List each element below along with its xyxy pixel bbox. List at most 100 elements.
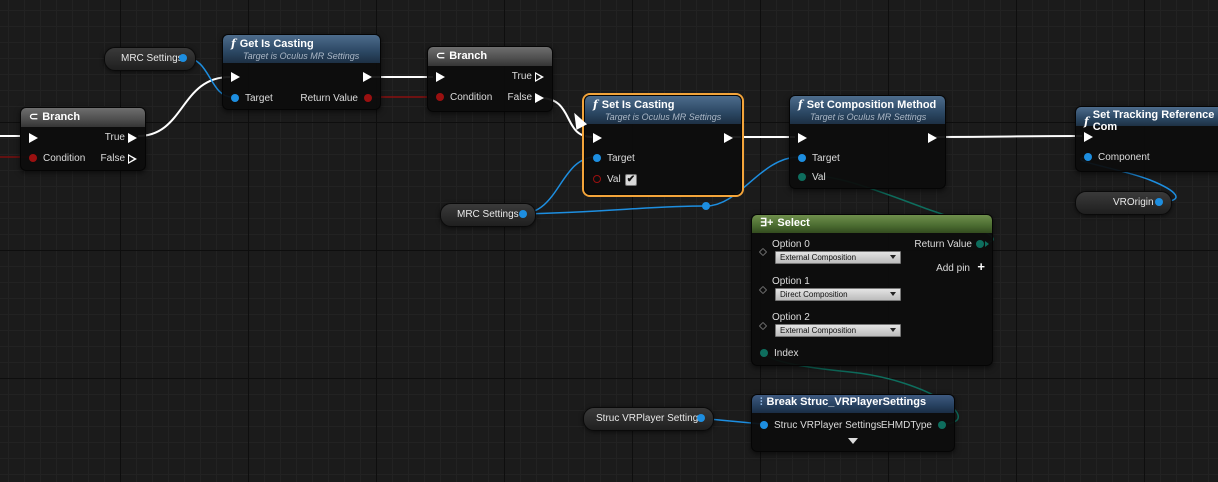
chevron-down-icon xyxy=(890,292,896,296)
val-checkbox[interactable]: ✔ xyxy=(625,174,637,186)
branch-title: Branch xyxy=(449,49,488,62)
target-pin[interactable] xyxy=(231,94,239,102)
branch-icon: ⊂ xyxy=(29,111,39,123)
exec-in-pin[interactable] xyxy=(1084,132,1093,142)
val-enum-pin[interactable] xyxy=(798,173,806,181)
function-header: f Set Is Casting Target is Oculus MR Sett… xyxy=(585,96,741,124)
mrc-settings-getter-2[interactable]: MRC Settings xyxy=(440,203,536,227)
set-composition-method-node[interactable]: f Set Composition Method Target is Oculus… xyxy=(789,95,946,189)
index-pin[interactable] xyxy=(760,349,768,357)
exec-in-pin[interactable] xyxy=(798,133,807,143)
node-title: Set Is Casting xyxy=(601,98,675,111)
return-value-arrow-icon xyxy=(985,241,989,247)
function-header: f Get Is Casting Target is Oculus MR Sett… xyxy=(223,35,380,63)
branch-node-header: ⊂ Branch xyxy=(21,108,145,127)
getter-output-pin[interactable] xyxy=(179,54,187,62)
getter-label: VROrigin xyxy=(1113,197,1154,208)
select-node[interactable]: ∃+ Select Return Value Add pin + Option 0… xyxy=(751,214,993,366)
getter-output-pin[interactable] xyxy=(697,414,705,422)
condition-pin-label: Condition xyxy=(43,153,86,164)
node-title: Set Composition Method xyxy=(806,98,937,111)
option-1-label: Option 1 xyxy=(772,276,810,287)
getter-output-pin[interactable] xyxy=(519,210,527,218)
option-2-value: External Composition xyxy=(780,326,857,335)
return-value-pin[interactable] xyxy=(976,240,984,248)
false-exec-pin[interactable] xyxy=(535,93,544,103)
struct-input-label: Struc VRPlayer Settings xyxy=(774,420,882,431)
break-struct-node[interactable]: ⫶ Break Struc_VRPlayerSettings Struc VRPl… xyxy=(751,394,955,452)
branch-node-header: ⊂ Branch xyxy=(428,47,552,66)
option-0-dropdown[interactable]: External Composition xyxy=(775,251,901,264)
node-subtitle: Target is Oculus MR Settings xyxy=(810,112,927,122)
target-pin[interactable] xyxy=(593,154,601,162)
getter-label: Struc VRPlayer Settings xyxy=(596,413,704,424)
function-header: f Set Composition Method Target is Oculus… xyxy=(790,96,945,124)
getter-label: MRC Settings xyxy=(457,209,519,220)
condition-pin[interactable] xyxy=(436,93,444,101)
break-struct-header: ⫶ Break Struc_VRPlayerSettings xyxy=(752,395,954,413)
val-pin-label: Val xyxy=(607,174,621,185)
true-exec-pin[interactable] xyxy=(535,72,544,82)
exec-in-pin[interactable] xyxy=(593,133,602,143)
expand-arrow-icon[interactable] xyxy=(848,438,858,444)
set-tracking-reference-component-node[interactable]: f Set Tracking Reference Com Component xyxy=(1075,106,1218,172)
return-value-label: Return Value xyxy=(300,93,358,104)
branch-node-2[interactable]: ⊂ Branch True Condition False xyxy=(427,46,553,112)
function-icon: f xyxy=(593,98,598,111)
node-title: Set Tracking Reference Com xyxy=(1092,109,1215,133)
add-pin-icon[interactable]: + xyxy=(977,259,985,274)
option-0-value: External Composition xyxy=(780,253,857,262)
target-pin-label: Target xyxy=(607,153,635,164)
ehmdtype-label: EHMDType xyxy=(880,420,932,431)
function-icon: f xyxy=(1084,114,1089,128)
val-pin[interactable] xyxy=(593,175,601,183)
option-1-pin[interactable] xyxy=(758,285,768,295)
false-pin-label: False xyxy=(100,153,125,164)
exec-out-pin[interactable] xyxy=(928,133,937,143)
option-1-dropdown[interactable]: Direct Composition xyxy=(775,288,901,301)
target-pin[interactable] xyxy=(798,154,806,162)
target-pin-label: Target xyxy=(812,153,840,164)
true-exec-pin[interactable] xyxy=(128,133,137,143)
select-icon: ∃+ xyxy=(760,217,774,229)
option-0-pin[interactable] xyxy=(758,247,768,257)
true-pin-label: True xyxy=(104,132,125,143)
component-pin[interactable] xyxy=(1084,153,1092,161)
exec-in-pin[interactable] xyxy=(436,72,445,82)
option-2-dropdown[interactable]: External Composition xyxy=(775,324,901,337)
getter-label: MRC Settings xyxy=(121,53,183,64)
vrorigin-getter[interactable]: VROrigin xyxy=(1075,191,1172,215)
val-pin-label: Val xyxy=(812,172,826,183)
branch-title: Branch xyxy=(42,110,81,123)
break-struct-icon: ⫶ xyxy=(760,396,763,408)
exec-out-pin[interactable] xyxy=(363,72,372,82)
index-label: Index xyxy=(774,348,799,359)
set-is-casting-node[interactable]: f Set Is Casting Target is Oculus MR Sett… xyxy=(584,95,742,195)
exec-out-pin[interactable] xyxy=(724,133,733,143)
option-0-label: Option 0 xyxy=(772,239,810,250)
option-2-label: Option 2 xyxy=(772,312,810,323)
function-header: f Set Tracking Reference Com xyxy=(1076,107,1218,133)
return-value-pin[interactable] xyxy=(364,94,372,102)
mrc-settings-getter-1[interactable]: MRC Settings xyxy=(104,47,196,71)
return-value-label: Return Value xyxy=(914,239,972,250)
get-is-casting-node[interactable]: f Get Is Casting Target is Oculus MR Sett… xyxy=(222,34,381,110)
struct-input-pin[interactable] xyxy=(760,421,768,429)
exec-in-pin[interactable] xyxy=(29,133,38,143)
getter-output-pin[interactable] xyxy=(1155,198,1163,206)
node-title: Get Is Casting xyxy=(239,37,314,50)
condition-pin[interactable] xyxy=(29,154,37,162)
node-title: Select xyxy=(777,216,810,229)
ehmdtype-pin[interactable] xyxy=(938,421,946,429)
target-pin-label: Target xyxy=(245,93,273,104)
add-pin-label: Add pin xyxy=(936,263,970,274)
select-header: ∃+ Select xyxy=(752,215,992,233)
false-pin-label: False xyxy=(507,92,532,103)
false-exec-pin[interactable] xyxy=(128,154,137,164)
exec-in-pin[interactable] xyxy=(231,72,240,82)
option-2-pin[interactable] xyxy=(758,321,768,331)
node-title: Break Struc_VRPlayerSettings xyxy=(766,396,927,408)
condition-pin-label: Condition xyxy=(450,92,493,103)
branch-node-1[interactable]: ⊂ Branch True Condition False xyxy=(20,107,146,171)
struc-vrplayer-settings-getter[interactable]: Struc VRPlayer Settings xyxy=(583,407,714,431)
